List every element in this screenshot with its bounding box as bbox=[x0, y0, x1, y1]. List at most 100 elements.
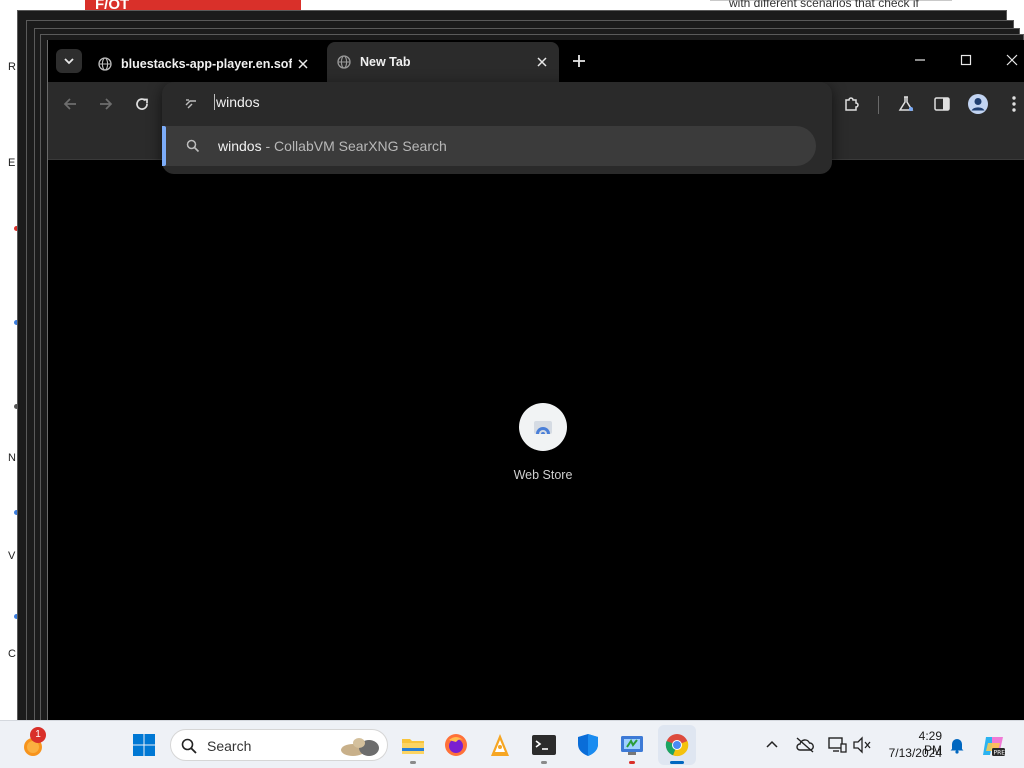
cloud-off-icon bbox=[796, 737, 814, 753]
globe-icon bbox=[337, 55, 351, 69]
arrow-left-icon bbox=[63, 98, 76, 110]
close-icon bbox=[298, 59, 308, 69]
running-indicator bbox=[629, 761, 635, 764]
more-vert-icon bbox=[1012, 96, 1016, 112]
show-hidden-icons-button[interactable] bbox=[764, 737, 780, 753]
close-icon bbox=[1006, 54, 1018, 66]
forward-button[interactable] bbox=[94, 92, 118, 116]
plus-icon bbox=[573, 55, 585, 67]
background-edge-char: E bbox=[8, 157, 16, 169]
windows-security-icon bbox=[578, 734, 598, 756]
reload-button[interactable] bbox=[130, 92, 154, 116]
text-cursor bbox=[214, 94, 215, 110]
arrow-right-icon bbox=[100, 98, 113, 110]
suggestion-separator: - bbox=[261, 138, 275, 154]
search-icon bbox=[186, 139, 200, 153]
suggestion-query: windos bbox=[218, 138, 262, 154]
speaker-muted-icon bbox=[853, 736, 871, 754]
puzzle-icon bbox=[845, 97, 859, 111]
selection-indicator bbox=[162, 126, 166, 166]
omnibox-dropdown: windos windos - CollabVM SearXNG Search bbox=[162, 82, 832, 174]
tab-new-tab[interactable]: New Tab bbox=[327, 42, 559, 82]
notifications-button[interactable] bbox=[948, 736, 966, 754]
bluestacks-icon bbox=[491, 734, 509, 756]
background-text: with different scenarios that check if bbox=[729, 0, 919, 10]
onedrive-button[interactable] bbox=[795, 736, 815, 754]
copilot-button[interactable]: PRE bbox=[980, 733, 1006, 759]
shortcut-web-store[interactable] bbox=[519, 403, 567, 451]
labs-button[interactable] bbox=[894, 92, 918, 116]
toolbar-divider bbox=[878, 96, 879, 114]
close-window-button[interactable] bbox=[992, 48, 1024, 72]
side-panel-button[interactable] bbox=[930, 92, 954, 116]
file-explorer-button[interactable] bbox=[400, 732, 426, 758]
back-button[interactable] bbox=[58, 92, 82, 116]
close-icon bbox=[537, 57, 547, 67]
maximize-icon bbox=[960, 54, 972, 66]
reload-icon bbox=[136, 98, 148, 110]
profile-button[interactable] bbox=[966, 92, 990, 116]
taskbar-search[interactable]: Search bbox=[170, 729, 388, 761]
avatar-icon bbox=[968, 94, 988, 114]
site-info-icon[interactable] bbox=[184, 96, 198, 110]
menu-button[interactable] bbox=[1002, 92, 1024, 116]
background-edge-char: C bbox=[8, 648, 16, 660]
extensions-button[interactable] bbox=[840, 92, 864, 116]
start-button[interactable] bbox=[132, 733, 156, 757]
copilot-icon: PRE bbox=[983, 737, 1006, 757]
network-button[interactable] bbox=[827, 735, 847, 755]
title-bar: bluestacks-app-player.en.softonic.com Ne… bbox=[48, 40, 1024, 82]
suggestion-text: windos - CollabVM SearXNG Search bbox=[218, 138, 447, 154]
terminal-button[interactable] bbox=[531, 732, 557, 758]
address-bar[interactable]: windos bbox=[162, 82, 832, 124]
globe-icon bbox=[98, 57, 112, 71]
svg-text:PRE: PRE bbox=[994, 750, 1006, 757]
volume-button[interactable] bbox=[852, 735, 872, 755]
chrome-taskbar-button[interactable] bbox=[658, 725, 696, 765]
running-indicator bbox=[541, 761, 547, 764]
maximize-button[interactable] bbox=[946, 48, 986, 72]
minimize-button[interactable] bbox=[900, 48, 940, 72]
tab-close-button[interactable] bbox=[292, 53, 314, 75]
file-explorer-icon bbox=[402, 739, 424, 754]
chevron-down-icon bbox=[64, 58, 74, 65]
chevron-up-icon bbox=[766, 740, 778, 748]
flask-icon bbox=[898, 96, 914, 111]
omnibox-suggestion[interactable]: windos - CollabVM SearXNG Search bbox=[162, 126, 816, 166]
notification-badge: 1 bbox=[30, 727, 46, 743]
shortcut-label: Web Store bbox=[513, 468, 573, 482]
tab-bluestacks[interactable]: bluestacks-app-player.en.softonic.com bbox=[88, 46, 320, 82]
search-placeholder: Search bbox=[207, 738, 252, 754]
background-edge-char: V bbox=[8, 550, 16, 562]
tab-close-button[interactable] bbox=[531, 51, 553, 73]
background-edge-char: R bbox=[8, 61, 16, 73]
windows-logo-icon bbox=[133, 734, 155, 756]
suggestion-engine: CollabVM SearXNG Search bbox=[274, 138, 447, 154]
background-edge-char: N bbox=[8, 452, 16, 464]
tab-title: New Tab bbox=[360, 55, 411, 69]
search-icon bbox=[181, 738, 197, 754]
active-indicator bbox=[670, 761, 684, 764]
firefox-button[interactable] bbox=[443, 732, 469, 758]
monitor-network-icon bbox=[828, 737, 847, 753]
widgets-button[interactable]: 1 bbox=[20, 727, 46, 759]
bell-icon bbox=[950, 739, 964, 754]
new-tab-button[interactable] bbox=[566, 49, 592, 73]
bluestacks-button[interactable] bbox=[487, 732, 513, 758]
search-highlight-icon bbox=[341, 738, 379, 756]
minimize-icon bbox=[915, 59, 925, 61]
chrome-icon bbox=[665, 734, 689, 757]
tab-title: bluestacks-app-player.en.softonic.com bbox=[121, 57, 292, 71]
windows-security-button[interactable] bbox=[575, 732, 601, 758]
tab-search-button[interactable] bbox=[56, 49, 82, 73]
control-panel-icon bbox=[621, 736, 643, 755]
chrome-web-store-icon bbox=[534, 421, 552, 434]
control-panel-button[interactable] bbox=[619, 732, 645, 758]
taskbar: 1 Search 4:29 PM 7/13/2024 PRE bbox=[0, 720, 1024, 768]
address-input[interactable]: windos bbox=[216, 94, 260, 110]
terminal-icon bbox=[532, 735, 556, 755]
side-panel-icon bbox=[934, 97, 950, 111]
firefox-icon bbox=[445, 734, 467, 756]
running-indicator bbox=[410, 761, 416, 764]
clock-date[interactable]: 7/13/2024 bbox=[884, 746, 942, 760]
